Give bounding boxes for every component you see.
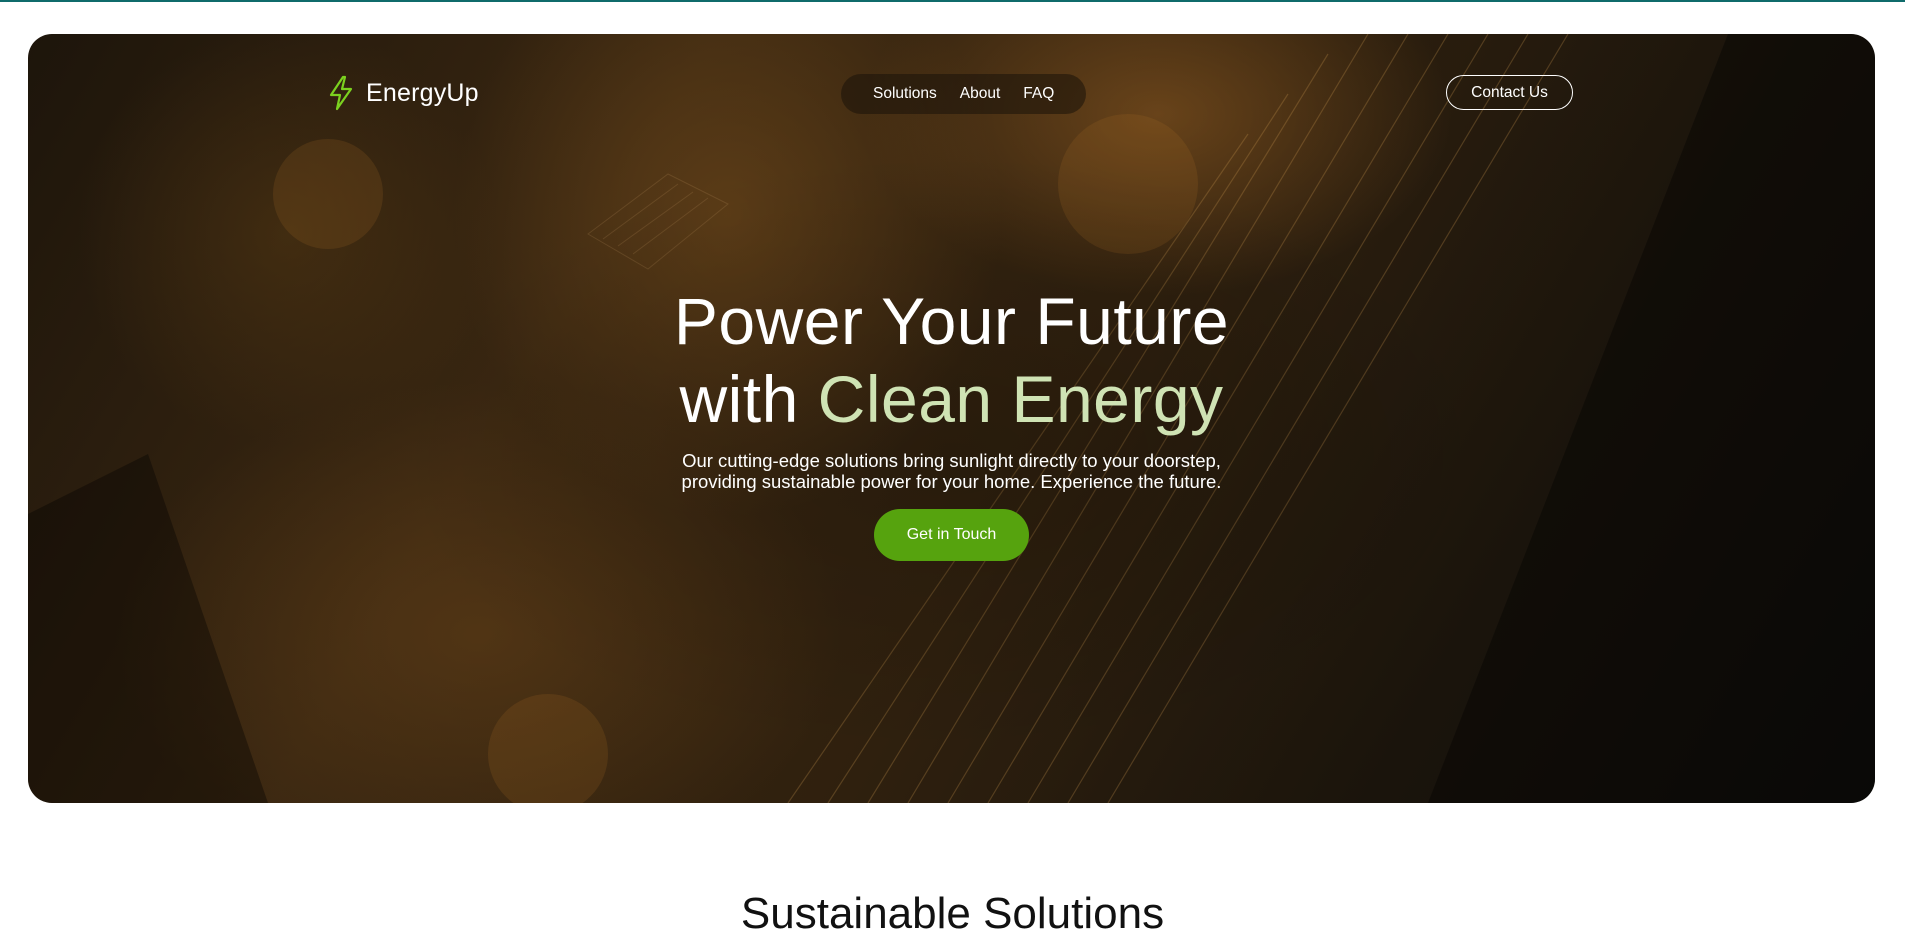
headline-line-1: Power Your Future <box>673 284 1230 358</box>
nav-link-about[interactable]: About <box>960 85 1001 103</box>
hero-subtext-line-1: Our cutting-edge solutions bring sunligh… <box>682 450 1221 471</box>
contact-us-button[interactable]: Contact Us <box>1446 75 1573 110</box>
hero-headline: Power Your Future with Clean Energy <box>28 282 1875 438</box>
nav-link-solutions[interactable]: Solutions <box>873 85 937 103</box>
hero-section: EnergyUp Solutions About FAQ Contact Us … <box>28 34 1875 803</box>
main-nav: Solutions About FAQ <box>841 74 1087 114</box>
headline-accent-text: Clean Energy <box>817 362 1224 436</box>
hero-subtext: Our cutting-edge solutions bring sunligh… <box>28 450 1875 492</box>
top-accent-line <box>0 0 1905 2</box>
section-title: Sustainable Solutions <box>740 889 1165 938</box>
lightning-bolt-icon <box>329 75 353 111</box>
brand-logo[interactable]: EnergyUp <box>326 75 479 111</box>
hero-subtext-line-2: providing sustainable power for your hom… <box>681 471 1222 492</box>
nav-link-faq[interactable]: FAQ <box>1023 85 1054 103</box>
get-in-touch-button[interactable]: Get in Touch <box>874 509 1029 561</box>
headline-line-2-prefix: with <box>679 362 818 436</box>
brand-name: EnergyUp <box>366 78 479 107</box>
